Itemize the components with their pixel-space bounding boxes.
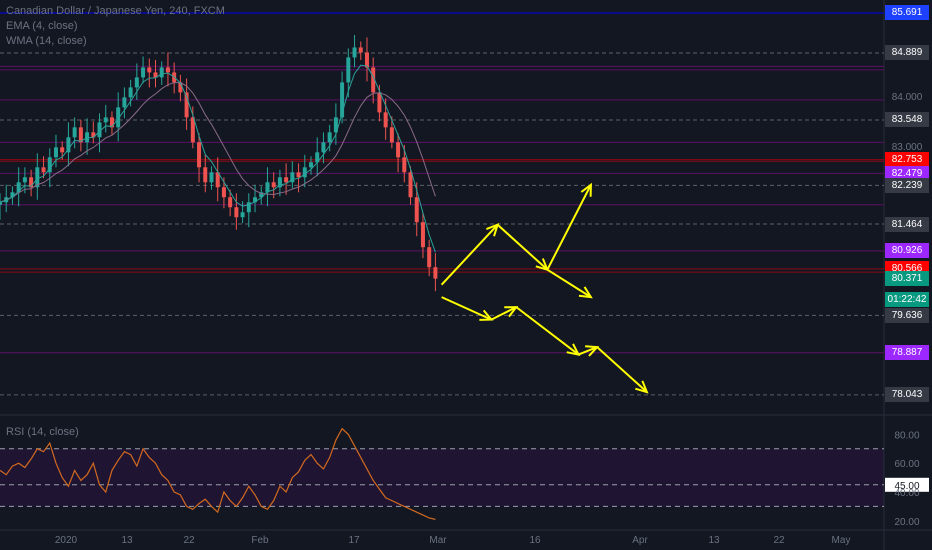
- time-axis-label: Feb: [251, 535, 269, 546]
- candle-body: [221, 187, 226, 198]
- rsi-legend: RSI (14, close): [6, 426, 79, 438]
- candle-body: [240, 212, 245, 218]
- candle-body: [396, 142, 401, 158]
- candle-body: [302, 167, 307, 178]
- time-axis-label: 13: [708, 535, 720, 546]
- ema-legend: EMA (4, close): [6, 20, 78, 32]
- price-tag: 80.371: [885, 271, 929, 287]
- candle-body: [159, 67, 164, 78]
- candle-body: [134, 77, 139, 88]
- candle-body: [408, 172, 413, 198]
- symbol-title: Canadian Dollar / Japanese Yen, 240, FXC…: [6, 5, 225, 17]
- candle-body: [389, 127, 394, 143]
- price-tag: 84.000: [891, 91, 923, 103]
- time-axis-label: 17: [348, 535, 360, 546]
- candlestick-chart[interactable]: 80.0060.0045.0040.0020.002020 13 22 Feb 17 Ma…: [0, 0, 932, 550]
- time-axis-label: 16: [529, 535, 541, 546]
- price-tag: 82.239: [885, 177, 929, 193]
- candle-body: [66, 137, 71, 153]
- candle-body: [346, 57, 351, 83]
- candle-body: [309, 162, 313, 168]
- time-axis-label: 13: [121, 535, 133, 546]
- price-tag: 83.548: [885, 112, 929, 128]
- time-axis-label: 22: [773, 535, 785, 546]
- candle-body: [358, 47, 363, 53]
- candle-body: [364, 52, 369, 68]
- candle-body: [228, 197, 233, 208]
- candle-body: [433, 267, 438, 279]
- candle-body: [327, 132, 332, 143]
- candle-body: [128, 87, 133, 98]
- candle-body: [141, 67, 146, 78]
- price-tag: 78.043: [885, 387, 929, 403]
- rsi-tick-label: 60.00: [894, 459, 919, 470]
- time-axis-label: May: [832, 535, 851, 546]
- candle-body: [321, 142, 326, 153]
- time-axis-label: Mar: [429, 535, 447, 546]
- candle-body: [284, 177, 289, 183]
- price-tag: 84.889: [885, 45, 929, 61]
- price-tag: 85.691: [885, 5, 929, 21]
- candle-body: [420, 222, 425, 248]
- candle-body: [53, 147, 58, 158]
- candle-body: [203, 167, 208, 183]
- candle-body: [352, 47, 357, 58]
- candle-body: [22, 177, 27, 183]
- rsi-tick-label: 40.00: [894, 488, 919, 499]
- candle-body: [383, 112, 388, 128]
- price-tag: 81.464: [885, 216, 929, 232]
- price-tag: 79.636: [885, 307, 929, 323]
- time-axis-label: 2020: [55, 535, 78, 546]
- candle-body: [234, 207, 239, 218]
- candle-body: [72, 127, 77, 138]
- candle-body: [296, 172, 301, 178]
- wma-legend: WMA (14, close): [6, 35, 87, 47]
- candle-body: [103, 117, 108, 123]
- price-tag: 78.887: [885, 345, 929, 361]
- candle-body: [271, 182, 276, 188]
- rsi-tick-label: 20.00: [894, 517, 919, 528]
- candle-body: [147, 67, 152, 73]
- candle-body: [122, 97, 127, 108]
- price-tag: 80.926: [885, 243, 929, 259]
- candle-body: [41, 167, 46, 173]
- candle-body: [60, 147, 65, 153]
- price-tag: 01:22:42: [885, 292, 929, 308]
- candle-body: [414, 197, 419, 223]
- candle-body: [427, 247, 432, 268]
- rsi-tick-label: 80.00: [894, 430, 919, 441]
- candle-body: [209, 172, 214, 183]
- candle-body: [402, 157, 407, 173]
- candle-body: [197, 142, 202, 168]
- time-axis-label: 22: [183, 535, 195, 546]
- time-axis-label: Apr: [632, 535, 648, 546]
- candle-body: [165, 67, 170, 73]
